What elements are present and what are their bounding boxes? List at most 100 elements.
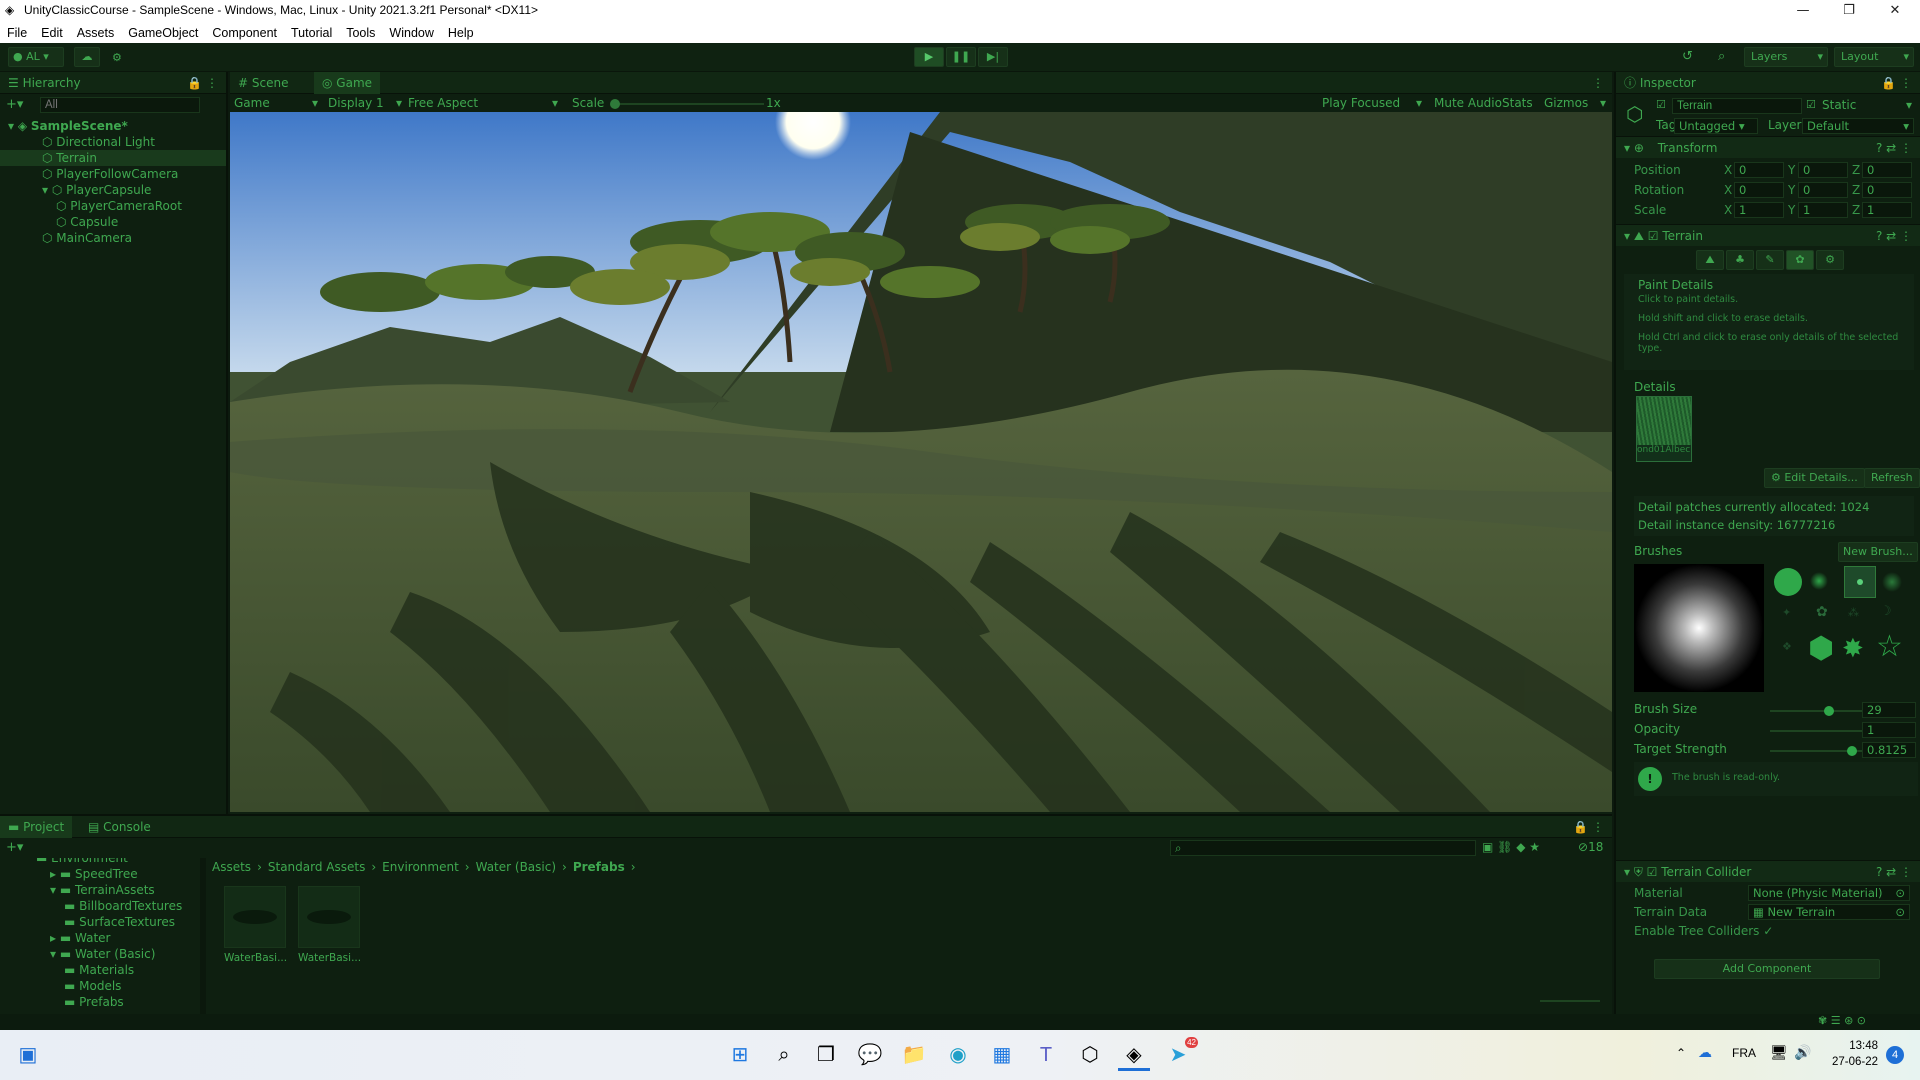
detail-thumbnail[interactable]: ond01Albec: [1636, 396, 1692, 462]
tab-project[interactable]: ▬ Project: [0, 816, 73, 838]
tree-scrollbar[interactable]: [200, 858, 206, 1016]
layers-dropdown[interactable]: Layers ▾: [1744, 47, 1828, 67]
project-add-icon[interactable]: +▾: [6, 840, 23, 855]
folder-item[interactable]: ▬ Prefabs: [0, 994, 200, 1010]
unity-hub-icon[interactable]: ⬡: [1074, 1039, 1106, 1071]
transform-y-field[interactable]: 1: [1798, 202, 1848, 218]
folder-item[interactable]: ▬ Materials: [0, 962, 200, 978]
hierarchy-item[interactable]: ⬡ Terrain: [0, 150, 226, 166]
notification-badge[interactable]: 4: [1886, 1046, 1904, 1064]
menu-tutorial[interactable]: Tutorial: [284, 26, 339, 40]
menu-file[interactable]: File: [0, 26, 34, 40]
breadcrumb-item[interactable]: Water (Basic): [476, 860, 556, 874]
brush-leaf-icon[interactable]: ✿: [1816, 604, 1828, 620]
brush-star-icon[interactable]: ☆: [1876, 632, 1903, 662]
brush-size-field[interactable]: 29: [1862, 702, 1916, 718]
transform-z-field[interactable]: 0: [1862, 182, 1912, 198]
pause-button[interactable]: ❚❚: [946, 47, 976, 67]
new-brush-button[interactable]: New Brush...: [1838, 542, 1918, 562]
stats-toggle[interactable]: Stats: [1502, 96, 1533, 110]
menu-edit[interactable]: Edit: [34, 26, 70, 40]
brush-small-icon[interactable]: ❖: [1782, 640, 1792, 653]
object-name-field[interactable]: [1672, 98, 1802, 114]
active-checkbox[interactable]: ☑: [1656, 98, 1666, 111]
transform-x-field[interactable]: 0: [1734, 182, 1784, 198]
transform-x-field[interactable]: 1: [1734, 202, 1784, 218]
folder-item[interactable]: ▾ ▬ Water (Basic): [0, 946, 200, 962]
maximize-button[interactable]: ❐: [1826, 0, 1872, 22]
status-icons[interactable]: ✾ ☰ ⊛ ⊙: [1818, 1014, 1866, 1027]
clock[interactable]: 13:48 27-06-22: [1824, 1038, 1878, 1070]
gizmos-dropdown[interactable]: Gizmos ▾: [1544, 96, 1606, 110]
menu-tools[interactable]: Tools: [339, 26, 382, 40]
unity-editor-icon[interactable]: ◈: [1118, 1039, 1150, 1071]
transform-z-field[interactable]: 0: [1862, 162, 1912, 178]
breadcrumb-item[interactable]: Environment: [382, 860, 459, 874]
hierarchy-tab[interactable]: ☰ Hierarchy 🔒 ⋮: [0, 72, 226, 94]
play-button[interactable]: ▶: [914, 47, 944, 67]
tree-colliders-checkbox[interactable]: ✓: [1763, 924, 1773, 938]
terrain-data-field[interactable]: ▦ New Terrain ⊙: [1748, 904, 1910, 920]
thumbnail-size-slider[interactable]: [1540, 1000, 1600, 1002]
menu-window[interactable]: Window: [382, 26, 440, 40]
hierarchy-search-input[interactable]: [40, 97, 200, 113]
scale-slider-handle[interactable]: [610, 99, 620, 109]
brush-hexagon-icon[interactable]: ⬢: [1808, 634, 1834, 664]
transform-y-field[interactable]: 0: [1798, 182, 1848, 198]
store-icon[interactable]: ▦: [986, 1039, 1018, 1071]
target-strength-slider[interactable]: [1770, 750, 1874, 752]
asset-tile[interactable]: WaterBasi...: [224, 886, 287, 964]
search-taskbar-icon[interactable]: ⌕: [768, 1039, 800, 1071]
language-indicator[interactable]: FRA: [1732, 1046, 1756, 1060]
hidden-packages-count[interactable]: ⊘18: [1578, 840, 1603, 854]
breadcrumb-item[interactable]: Standard Assets: [268, 860, 365, 874]
material-field[interactable]: None (Physic Material) ⊙: [1748, 885, 1910, 901]
tag-dropdown[interactable]: Untagged ▾: [1674, 118, 1758, 134]
view-menu-icon[interactable]: ⋮: [1592, 76, 1604, 90]
add-component-button[interactable]: Add Component: [1654, 959, 1880, 979]
brush-splat-icon[interactable]: ✦: [1782, 606, 1791, 619]
paint-details-icon[interactable]: ✿: [1786, 250, 1814, 270]
folder-item[interactable]: ▬ Environment: [0, 858, 200, 866]
layout-dropdown[interactable]: Layout ▾: [1834, 47, 1914, 67]
hierarchy-item[interactable]: ⬡ PlayerFollowCamera: [0, 166, 226, 182]
task-view-icon[interactable]: ❐: [810, 1039, 842, 1071]
tab-game[interactable]: ◎ Game: [314, 72, 381, 94]
game-render-viewport[interactable]: [230, 112, 1612, 812]
hierarchy-item[interactable]: ⬡ MainCamera: [0, 230, 226, 246]
brush-stroke-icon[interactable]: ☽: [1880, 604, 1892, 619]
static-dropdown-icon[interactable]: ▾: [1906, 98, 1912, 112]
target-strength-field[interactable]: 0.8125: [1862, 742, 1916, 758]
transform-y-field[interactable]: 0: [1798, 162, 1848, 178]
brush-circle-hard-icon[interactable]: [1774, 568, 1802, 596]
game-dropdown[interactable]: Game ▾: [234, 96, 318, 110]
history-icon[interactable]: ↺: [1682, 49, 1693, 64]
scale-slider[interactable]: [614, 103, 764, 105]
play-focused-dropdown[interactable]: Play Focused ▾: [1322, 96, 1422, 110]
folder-item[interactable]: ▬ BillboardTextures: [0, 898, 200, 914]
terrain-component-header[interactable]: ▾ ⛰ ☑ Terrain? ⇄ ⋮: [1616, 224, 1920, 246]
static-checkbox[interactable]: ☑: [1806, 98, 1816, 111]
hierarchy-item[interactable]: ▾ ⬡ PlayerCapsule: [0, 182, 226, 198]
mute-audio-toggle[interactable]: Mute Audio: [1434, 96, 1502, 110]
refresh-button[interactable]: Refresh: [1864, 468, 1920, 488]
folder-item[interactable]: ▸ ▬ SpeedTree: [0, 866, 200, 882]
raise-terrain-icon[interactable]: ⛰: [1696, 250, 1724, 270]
folder-item[interactable]: ▸ ▬ Water: [0, 930, 200, 946]
folder-item[interactable]: ▬ Models: [0, 978, 200, 994]
minimize-button[interactable]: —: [1780, 0, 1826, 22]
transform-z-field[interactable]: 1: [1862, 202, 1912, 218]
layer-dropdown[interactable]: Default ▾: [1802, 118, 1914, 134]
breadcrumb-item[interactable]: Assets: [212, 860, 251, 874]
target-strength-slider-handle[interactable]: [1847, 746, 1858, 756]
search-icon[interactable]: ⌕: [1718, 49, 1725, 64]
add-icon[interactable]: +▾: [6, 97, 23, 112]
account-dropdown[interactable]: ● AL ▾: [8, 47, 64, 67]
collab-icon[interactable]: ⚙: [112, 51, 122, 64]
brush-size-slider[interactable]: [1770, 710, 1874, 712]
transform-x-field[interactable]: 0: [1734, 162, 1784, 178]
cloud-icon[interactable]: ☁: [74, 47, 100, 67]
close-button[interactable]: ✕: [1872, 0, 1918, 22]
step-button[interactable]: ▶|: [978, 47, 1008, 67]
inspector-tab[interactable]: ⓘ Inspector 🔒 ⋮: [1616, 72, 1920, 94]
